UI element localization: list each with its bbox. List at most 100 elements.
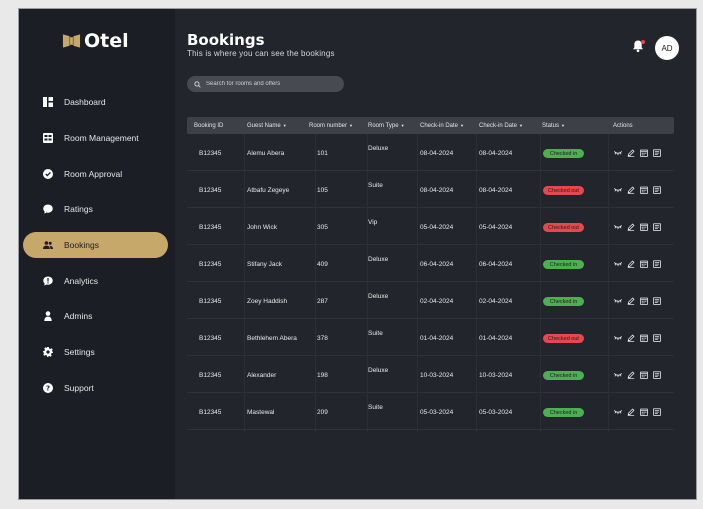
hide-icon[interactable] — [614, 408, 622, 416]
search-input[interactable] — [206, 81, 336, 87]
receipt-icon[interactable] — [653, 371, 661, 379]
table-row[interactable]: B12345 Atbafu Zegeye 105 Suite 08-04-2024 08-… — [187, 171, 674, 208]
cell-room-number: 209 — [317, 409, 328, 416]
receipt-icon[interactable] — [653, 223, 661, 231]
cell-guest-name: Stifany Jack — [247, 261, 283, 268]
cell-booking-id: B12345 — [199, 335, 222, 342]
column-header[interactable]: Check-in Date ▼ — [420, 117, 464, 134]
sidebar-item-support[interactable]: ? Support — [23, 375, 168, 401]
receipt-icon[interactable] — [653, 297, 661, 305]
receipt-icon[interactable] — [653, 149, 661, 157]
sidebar-item-ratings[interactable]: Ratings — [23, 196, 168, 222]
sidebar-item-bookings[interactable]: Bookings — [23, 232, 168, 258]
table-row[interactable]: B12345 Stifany Jack 409 Deluxe 06-04-2024 06-… — [187, 245, 674, 282]
logo-text: Otel — [84, 30, 129, 52]
sidebar-item-admins[interactable]: Admins — [23, 303, 168, 329]
column-header[interactable]: Room Type ▼ — [368, 117, 405, 134]
hide-icon[interactable] — [614, 297, 622, 305]
cell-checkin-date: 02-04-2024 — [420, 298, 454, 305]
calendar-icon[interactable] — [640, 149, 648, 157]
edit-icon[interactable] — [627, 334, 635, 342]
edit-icon[interactable] — [627, 297, 635, 305]
cell-guest-name: Bethlehem Abera — [247, 335, 297, 342]
column-header: Actions — [613, 117, 633, 134]
calendar-icon[interactable] — [640, 186, 648, 194]
sort-caret-icon[interactable]: ▼ — [349, 123, 353, 128]
hide-icon[interactable] — [614, 334, 622, 342]
column-header[interactable]: Room number ▼ — [309, 117, 353, 134]
status-badge: Checked out — [543, 334, 584, 343]
calendar-icon[interactable] — [640, 297, 648, 305]
cell-room-type: Deluxe — [368, 367, 389, 374]
sidebar-item-room-management[interactable]: Room Management — [23, 125, 168, 151]
calendar-icon[interactable] — [640, 334, 648, 342]
table-row[interactable]: B12345 Mastewal 209 Suite 05-03-2024 05-03-20… — [187, 393, 674, 430]
cell-room-type: Suite — [368, 330, 383, 337]
app-window: Otel Dashboard Room Management Room Approv… — [18, 8, 697, 500]
receipt-icon[interactable] — [653, 186, 661, 194]
table-row[interactable]: B12345 John Wick 305 Vip 05-04-2024 05-04-202… — [187, 208, 674, 245]
receipt-icon[interactable] — [653, 260, 661, 268]
hide-icon[interactable] — [614, 223, 622, 231]
receipt-icon[interactable] — [653, 334, 661, 342]
hide-icon[interactable] — [614, 186, 622, 194]
sort-caret-icon[interactable]: ▼ — [283, 123, 287, 128]
avatar[interactable]: AD — [655, 36, 679, 60]
row-actions — [614, 149, 661, 157]
sidebar-item-label: Analytics — [64, 276, 99, 286]
logo[interactable]: Otel — [62, 30, 129, 52]
column-header-label: Status — [542, 122, 560, 129]
main-content: Bookings This is where you can see the b… — [175, 9, 696, 499]
table-row[interactable]: B12345 Bethlehem Abera 378 Suite 01-04-2024 0… — [187, 319, 674, 356]
table-row[interactable]: B12345 Zoey Haddish 287 Deluxe 02-04-2024 02-… — [187, 282, 674, 319]
receipt-icon[interactable] — [653, 408, 661, 416]
row-actions — [614, 371, 661, 379]
sidebar-item-room-approval[interactable]: Room Approval — [23, 161, 168, 187]
column-header[interactable]: Check-in Date ▼ — [479, 117, 523, 134]
sidebar-item-settings[interactable]: Settings — [23, 339, 168, 365]
calendar-icon[interactable] — [640, 260, 648, 268]
search-bar[interactable] — [187, 76, 344, 92]
cell-checkout-date: 02-04-2024 — [479, 298, 513, 305]
column-header-label: Guest Name — [247, 122, 281, 129]
edit-icon[interactable] — [627, 371, 635, 379]
table-row[interactable]: B12345 Alemu Abera 101 Deluxe 08-04-2024 08-0… — [187, 134, 674, 171]
cell-guest-name: Alexander — [247, 372, 277, 379]
edit-icon[interactable] — [627, 149, 635, 157]
cell-checkin-date: 01-04-2024 — [420, 335, 454, 342]
sort-caret-icon[interactable]: ▼ — [519, 123, 523, 128]
sort-caret-icon[interactable]: ▼ — [401, 123, 405, 128]
cell-checkin-date: 10-03-2024 — [420, 372, 454, 379]
row-actions — [614, 408, 661, 416]
edit-icon[interactable] — [627, 408, 635, 416]
cell-guest-name: John Wick — [247, 224, 277, 231]
calendar-icon[interactable] — [640, 223, 648, 231]
cell-booking-id: B12345 — [199, 187, 222, 194]
cell-booking-id: B12345 — [199, 224, 222, 231]
edit-icon[interactable] — [627, 260, 635, 268]
sidebar-item-analytics[interactable]: Analytics — [23, 268, 168, 294]
column-header-label: Booking ID — [194, 122, 224, 129]
table-row[interactable]: B12345 Alexander 198 Deluxe 10-03-2024 10-03-… — [187, 356, 674, 393]
hide-icon[interactable] — [614, 149, 622, 157]
calendar-icon[interactable] — [640, 408, 648, 416]
sort-caret-icon[interactable]: ▼ — [460, 123, 464, 128]
logo-icon — [62, 34, 81, 48]
hide-icon[interactable] — [614, 371, 622, 379]
column-header[interactable]: Guest Name ▼ — [247, 117, 287, 134]
cell-guest-name: Mastewal — [247, 409, 275, 416]
cell-checkout-date: 05-04-2024 — [479, 224, 513, 231]
status-badge: Checked out — [543, 223, 584, 232]
dashboard-icon — [43, 97, 53, 107]
cell-room-type: Suite — [368, 404, 383, 411]
sidebar-item-dashboard[interactable]: Dashboard — [23, 89, 168, 115]
notification-dot — [641, 40, 645, 44]
column-divider — [315, 134, 316, 432]
column-header[interactable]: Status ▼ — [542, 117, 565, 134]
edit-icon[interactable] — [627, 186, 635, 194]
calendar-icon[interactable] — [640, 371, 648, 379]
edit-icon[interactable] — [627, 223, 635, 231]
hide-icon[interactable] — [614, 260, 622, 268]
sort-caret-icon[interactable]: ▼ — [561, 123, 565, 128]
row-actions — [614, 223, 661, 231]
